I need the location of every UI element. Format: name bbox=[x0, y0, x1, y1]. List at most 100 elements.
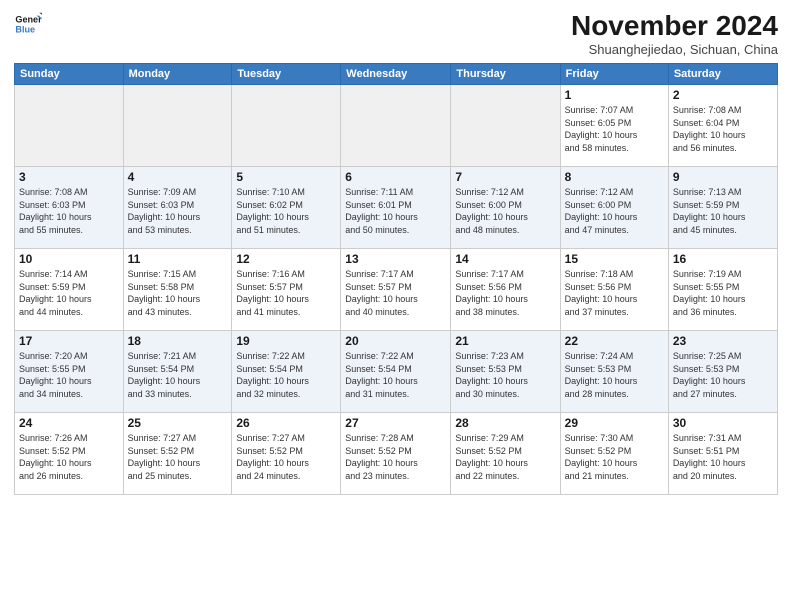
calendar-day: 23 Sunrise: 7:25 AM Sunset: 5:53 PM Dayli… bbox=[668, 331, 777, 413]
calendar-day: 10Sunrise: 7:14 AM Sunset: 5:59 PM Dayli… bbox=[15, 249, 124, 331]
day-info: Sunrise: 7:26 AM Sunset: 5:52 PM Dayligh… bbox=[19, 432, 119, 482]
day-number: 30 bbox=[673, 416, 773, 430]
day-info: Sunrise: 7:24 AM Sunset: 5:53 PM Dayligh… bbox=[565, 350, 664, 400]
day-number: 15 bbox=[565, 252, 664, 266]
calendar-day: 3Sunrise: 7:08 AM Sunset: 6:03 PM Daylig… bbox=[15, 167, 124, 249]
day-info: Sunrise: 7:13 AM Sunset: 5:59 PM Dayligh… bbox=[673, 186, 773, 236]
location: Shuanghejiedao, Sichuan, China bbox=[571, 42, 778, 57]
calendar-week-4: 17 Sunrise: 7:20 AM Sunset: 5:55 PM Dayli… bbox=[15, 331, 778, 413]
day-info: Sunrise: 7:21 AM Sunset: 5:54 PM Dayligh… bbox=[128, 350, 228, 400]
logo-icon: General Blue bbox=[14, 10, 42, 38]
day-info: Sunrise: 7:20 AM Sunset: 5:55 PM Dayligh… bbox=[19, 350, 119, 400]
calendar-day: 8 Sunrise: 7:12 AM Sunset: 6:00 PM Daylig… bbox=[560, 167, 668, 249]
calendar-day: 18 Sunrise: 7:21 AM Sunset: 5:54 PM Dayli… bbox=[123, 331, 232, 413]
day-number: 22 bbox=[565, 334, 664, 348]
day-number: 6 bbox=[345, 170, 446, 184]
header-monday: Monday bbox=[123, 64, 232, 85]
calendar-day bbox=[341, 85, 451, 167]
day-info: Sunrise: 7:12 AM Sunset: 6:00 PM Dayligh… bbox=[565, 186, 664, 236]
weekday-header-row: Sunday Monday Tuesday Wednesday Thursday… bbox=[15, 64, 778, 85]
day-info: Sunrise: 7:22 AM Sunset: 5:54 PM Dayligh… bbox=[236, 350, 336, 400]
header-wednesday: Wednesday bbox=[341, 64, 451, 85]
day-info: Sunrise: 7:14 AM Sunset: 5:59 PM Dayligh… bbox=[19, 268, 119, 318]
day-number: 9 bbox=[673, 170, 773, 184]
calendar-day: 29 Sunrise: 7:30 AM Sunset: 5:52 PM Dayli… bbox=[560, 413, 668, 495]
calendar-day: 9 Sunrise: 7:13 AM Sunset: 5:59 PM Daylig… bbox=[668, 167, 777, 249]
header-saturday: Saturday bbox=[668, 64, 777, 85]
day-info: Sunrise: 7:25 AM Sunset: 5:53 PM Dayligh… bbox=[673, 350, 773, 400]
calendar-table: Sunday Monday Tuesday Wednesday Thursday… bbox=[14, 63, 778, 495]
title-section: November 2024 Shuanghejiedao, Sichuan, C… bbox=[571, 10, 778, 57]
calendar-day: 27Sunrise: 7:28 AM Sunset: 5:52 PM Dayli… bbox=[341, 413, 451, 495]
calendar-week-2: 3Sunrise: 7:08 AM Sunset: 6:03 PM Daylig… bbox=[15, 167, 778, 249]
calendar-day: 14 Sunrise: 7:17 AM Sunset: 5:56 PM Dayli… bbox=[451, 249, 560, 331]
day-number: 2 bbox=[673, 88, 773, 102]
day-number: 18 bbox=[128, 334, 228, 348]
day-info: Sunrise: 7:09 AM Sunset: 6:03 PM Dayligh… bbox=[128, 186, 228, 236]
day-number: 21 bbox=[455, 334, 555, 348]
day-info: Sunrise: 7:08 AM Sunset: 6:04 PM Dayligh… bbox=[673, 104, 773, 154]
calendar-day: 24 Sunrise: 7:26 AM Sunset: 5:52 PM Dayli… bbox=[15, 413, 124, 495]
day-info: Sunrise: 7:27 AM Sunset: 5:52 PM Dayligh… bbox=[236, 432, 336, 482]
day-number: 17 bbox=[19, 334, 119, 348]
calendar-week-3: 10Sunrise: 7:14 AM Sunset: 5:59 PM Dayli… bbox=[15, 249, 778, 331]
day-number: 11 bbox=[128, 252, 228, 266]
day-info: Sunrise: 7:18 AM Sunset: 5:56 PM Dayligh… bbox=[565, 268, 664, 318]
calendar-day: 17 Sunrise: 7:20 AM Sunset: 5:55 PM Dayli… bbox=[15, 331, 124, 413]
header-tuesday: Tuesday bbox=[232, 64, 341, 85]
calendar-week-1: 1Sunrise: 7:07 AM Sunset: 6:05 PM Daylig… bbox=[15, 85, 778, 167]
calendar-day: 5 Sunrise: 7:10 AM Sunset: 6:02 PM Daylig… bbox=[232, 167, 341, 249]
month-title: November 2024 bbox=[571, 10, 778, 42]
day-info: Sunrise: 7:30 AM Sunset: 5:52 PM Dayligh… bbox=[565, 432, 664, 482]
header-thursday: Thursday bbox=[451, 64, 560, 85]
day-info: Sunrise: 7:12 AM Sunset: 6:00 PM Dayligh… bbox=[455, 186, 555, 236]
calendar-day: 4 Sunrise: 7:09 AM Sunset: 6:03 PM Daylig… bbox=[123, 167, 232, 249]
calendar-day: 16Sunrise: 7:19 AM Sunset: 5:55 PM Dayli… bbox=[668, 249, 777, 331]
calendar-day: 6 Sunrise: 7:11 AM Sunset: 6:01 PM Daylig… bbox=[341, 167, 451, 249]
day-info: Sunrise: 7:08 AM Sunset: 6:03 PM Dayligh… bbox=[19, 186, 119, 236]
calendar-day: 30Sunrise: 7:31 AM Sunset: 5:51 PM Dayli… bbox=[668, 413, 777, 495]
logo: General Blue bbox=[14, 10, 42, 38]
day-info: Sunrise: 7:11 AM Sunset: 6:01 PM Dayligh… bbox=[345, 186, 446, 236]
calendar-week-5: 24 Sunrise: 7:26 AM Sunset: 5:52 PM Dayli… bbox=[15, 413, 778, 495]
day-number: 1 bbox=[565, 88, 664, 102]
day-info: Sunrise: 7:17 AM Sunset: 5:56 PM Dayligh… bbox=[455, 268, 555, 318]
calendar-day bbox=[123, 85, 232, 167]
day-number: 25 bbox=[128, 416, 228, 430]
day-number: 23 bbox=[673, 334, 773, 348]
calendar-day bbox=[451, 85, 560, 167]
day-number: 8 bbox=[565, 170, 664, 184]
header-sunday: Sunday bbox=[15, 64, 124, 85]
calendar-day: 13Sunrise: 7:17 AM Sunset: 5:57 PM Dayli… bbox=[341, 249, 451, 331]
calendar-day: 25Sunrise: 7:27 AM Sunset: 5:52 PM Dayli… bbox=[123, 413, 232, 495]
day-number: 5 bbox=[236, 170, 336, 184]
header: General Blue November 2024 Shuanghejieda… bbox=[14, 10, 778, 57]
day-info: Sunrise: 7:17 AM Sunset: 5:57 PM Dayligh… bbox=[345, 268, 446, 318]
calendar-day: 19 Sunrise: 7:22 AM Sunset: 5:54 PM Dayli… bbox=[232, 331, 341, 413]
day-number: 29 bbox=[565, 416, 664, 430]
calendar-day: 28Sunrise: 7:29 AM Sunset: 5:52 PM Dayli… bbox=[451, 413, 560, 495]
day-info: Sunrise: 7:22 AM Sunset: 5:54 PM Dayligh… bbox=[345, 350, 446, 400]
day-number: 14 bbox=[455, 252, 555, 266]
svg-text:Blue: Blue bbox=[15, 24, 35, 34]
day-number: 24 bbox=[19, 416, 119, 430]
calendar-day bbox=[15, 85, 124, 167]
day-info: Sunrise: 7:10 AM Sunset: 6:02 PM Dayligh… bbox=[236, 186, 336, 236]
day-info: Sunrise: 7:23 AM Sunset: 5:53 PM Dayligh… bbox=[455, 350, 555, 400]
calendar-day: 7 Sunrise: 7:12 AM Sunset: 6:00 PM Daylig… bbox=[451, 167, 560, 249]
calendar-day: 26Sunrise: 7:27 AM Sunset: 5:52 PM Dayli… bbox=[232, 413, 341, 495]
day-info: Sunrise: 7:16 AM Sunset: 5:57 PM Dayligh… bbox=[236, 268, 336, 318]
calendar-day: 11 Sunrise: 7:15 AM Sunset: 5:58 PM Dayli… bbox=[123, 249, 232, 331]
calendar-day: 22 Sunrise: 7:24 AM Sunset: 5:53 PM Dayli… bbox=[560, 331, 668, 413]
calendar-day: 2 Sunrise: 7:08 AM Sunset: 6:04 PM Daylig… bbox=[668, 85, 777, 167]
calendar-day: 21 Sunrise: 7:23 AM Sunset: 5:53 PM Dayli… bbox=[451, 331, 560, 413]
day-number: 7 bbox=[455, 170, 555, 184]
day-info: Sunrise: 7:15 AM Sunset: 5:58 PM Dayligh… bbox=[128, 268, 228, 318]
day-number: 4 bbox=[128, 170, 228, 184]
calendar-day: 20Sunrise: 7:22 AM Sunset: 5:54 PM Dayli… bbox=[341, 331, 451, 413]
header-friday: Friday bbox=[560, 64, 668, 85]
day-number: 19 bbox=[236, 334, 336, 348]
calendar-day bbox=[232, 85, 341, 167]
day-number: 12 bbox=[236, 252, 336, 266]
day-number: 27 bbox=[345, 416, 446, 430]
